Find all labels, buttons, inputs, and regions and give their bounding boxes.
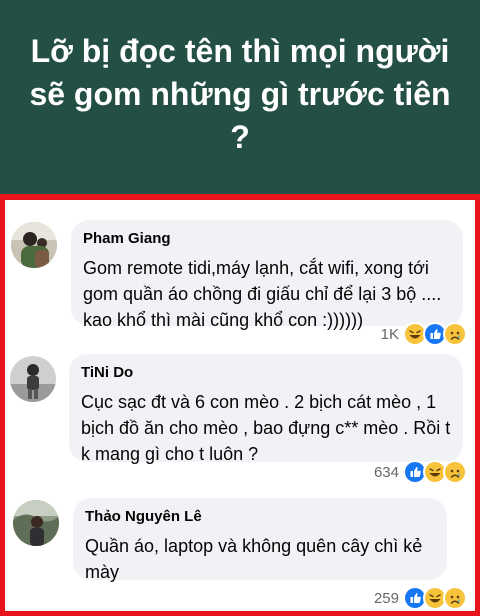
comments-frame: Pham Giang Gom remote tidi,máy lạnh, cắt… bbox=[0, 194, 480, 616]
reaction-summary[interactable]: 634 bbox=[374, 460, 467, 484]
reaction-summary[interactable]: 1K bbox=[381, 322, 467, 346]
banner-title: Lỡ bị đọc tên thì mọi người sẽ gom những… bbox=[29, 32, 451, 155]
comment-author[interactable]: Pham Giang bbox=[83, 230, 451, 248]
title-banner: Lỡ bị đọc tên thì mọi người sẽ gom những… bbox=[0, 0, 480, 194]
reaction-count: 259 bbox=[373, 589, 399, 607]
comment-author[interactable]: TiNi Do bbox=[81, 364, 451, 382]
avatar[interactable] bbox=[11, 222, 57, 268]
reaction-count: 634 bbox=[373, 463, 399, 481]
reaction-count: 1K bbox=[380, 325, 399, 343]
reaction-summary[interactable]: 259 bbox=[374, 586, 467, 610]
comment-text: Cục sạc đt và 6 con mèo . 2 bịch cát mèo… bbox=[81, 392, 451, 464]
comment-author[interactable]: Thảo Nguyên Lê bbox=[85, 508, 435, 526]
sad-icon bbox=[443, 460, 467, 484]
sad-icon bbox=[443, 586, 467, 610]
avatar[interactable] bbox=[13, 500, 59, 546]
comment-bubble: Pham Giang Gom remote tidi,máy lạnh, cắt… bbox=[71, 220, 463, 330]
sad-icon bbox=[443, 322, 467, 346]
comment-text: Quần áo, laptop và không quên cây chì kẻ… bbox=[85, 536, 423, 582]
comment-bubble: TiNi Do Cục sạc đt và 6 con mèo . 2 bịch… bbox=[69, 354, 463, 464]
avatar[interactable] bbox=[10, 356, 56, 402]
comment-bubble: Thảo Nguyên Lê Quần áo, laptop và không … bbox=[73, 498, 447, 582]
